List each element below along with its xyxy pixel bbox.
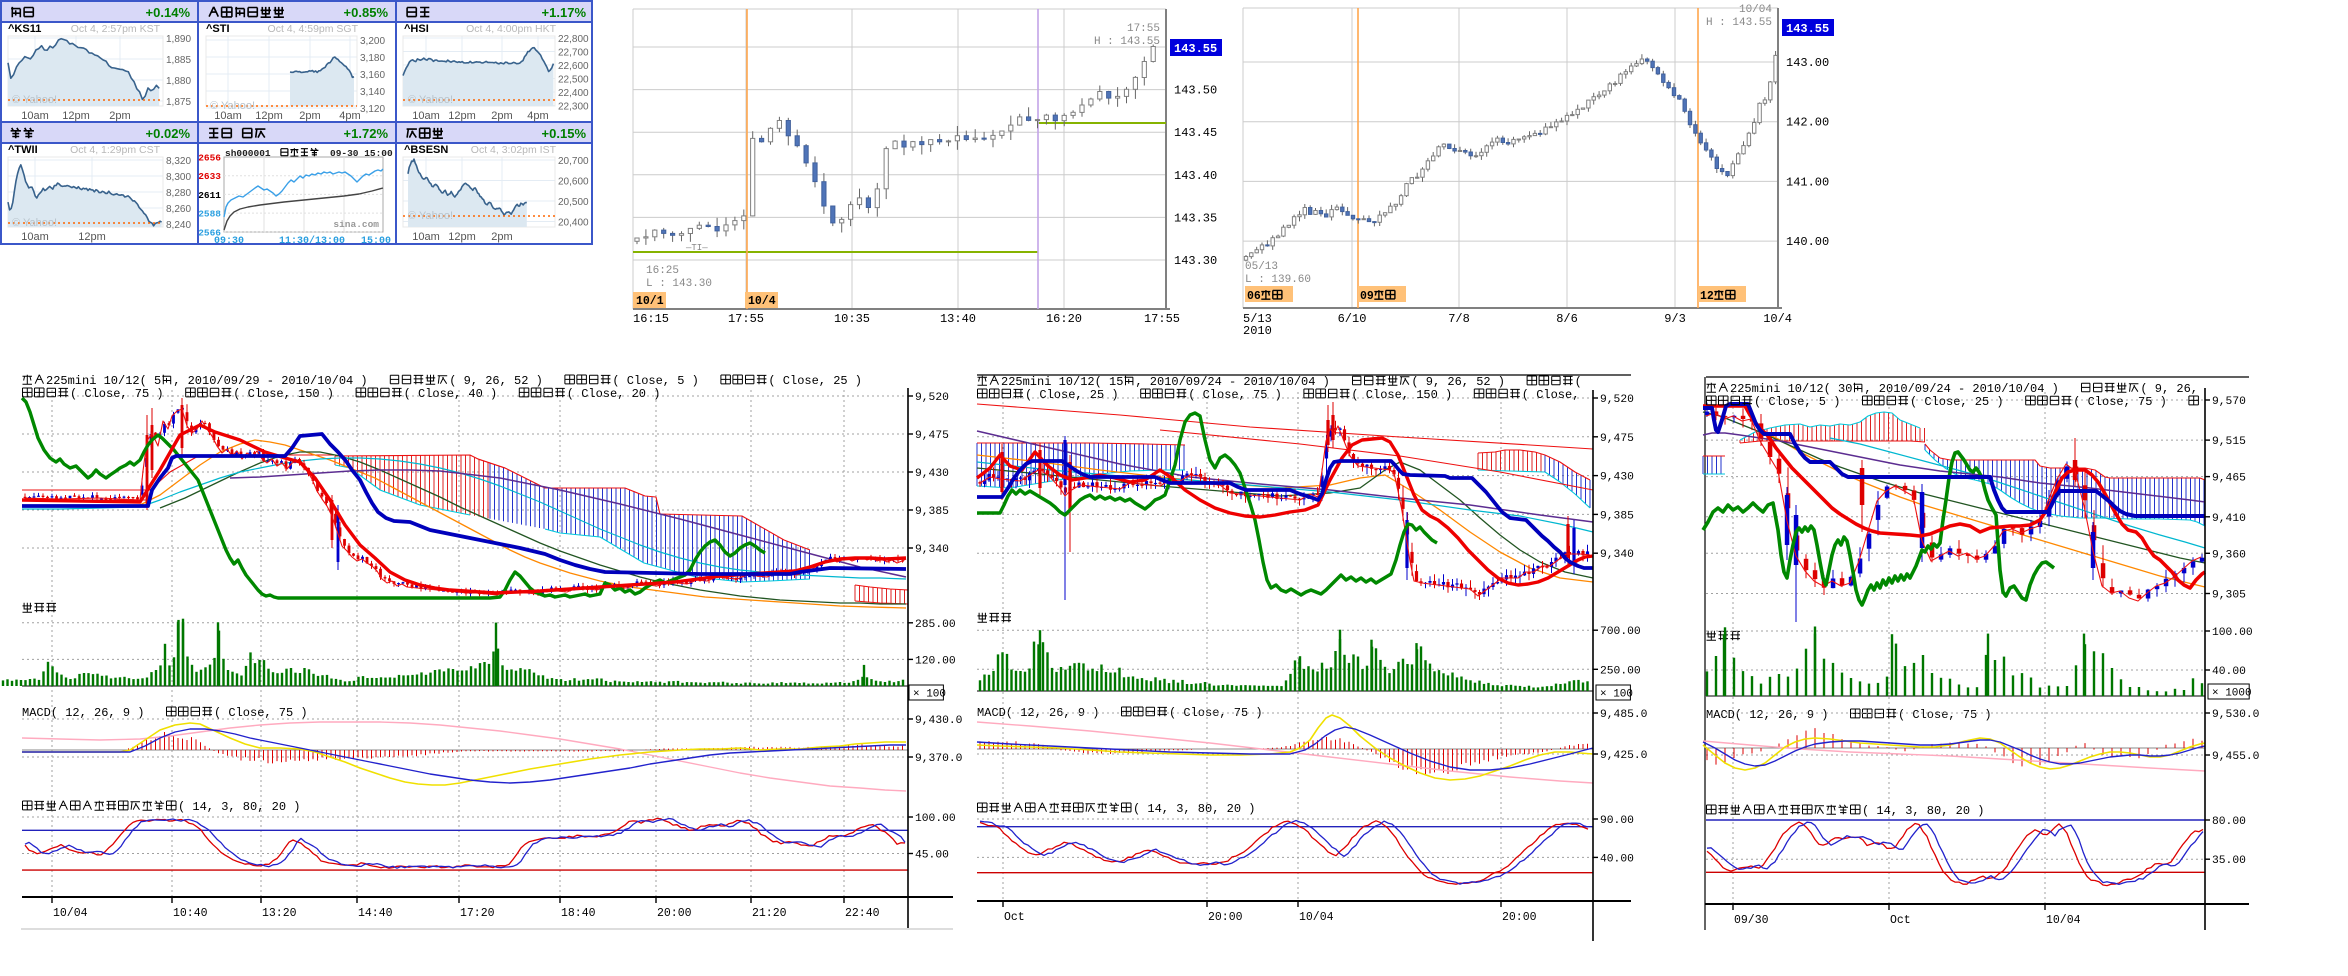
svg-text:× 1000: × 1000 — [2212, 688, 2252, 700]
svg-text:40.00: 40.00 — [2212, 666, 2246, 678]
svg-text:( Close, 20 ): ( Close, 20 ) — [567, 387, 661, 401]
svg-text:9,520: 9,520 — [1600, 394, 1634, 406]
svg-text:, 2010/09/24 - 2010/10/04 ): , 2010/09/24 - 2010/10/04 ) — [1864, 382, 2058, 396]
svg-text:( Close, 75 ): ( Close, 75 ) — [70, 387, 164, 401]
svg-text:( 14, 3, 80, 20 ): ( 14, 3, 80, 20 ) — [178, 800, 300, 814]
svg-text:, 2010/09/24 - 2010/10/04 ): , 2010/09/24 - 2010/10/04 ) — [1135, 375, 1329, 389]
svg-text:9,425.0: 9,425.0 — [1600, 750, 1648, 762]
svg-text:225mini 10/12( 15: 225mini 10/12( 15 — [1001, 375, 1123, 389]
svg-text:10/04: 10/04 — [2046, 914, 2081, 927]
svg-text:9,530.0: 9,530.0 — [2212, 709, 2260, 721]
svg-text:90.00: 90.00 — [1600, 815, 1634, 827]
svg-text:9,465: 9,465 — [2212, 473, 2246, 485]
svg-text:10/04: 10/04 — [1299, 911, 1334, 924]
svg-text:120.00: 120.00 — [915, 655, 956, 667]
svg-text:22:40: 22:40 — [845, 907, 880, 920]
svg-text:9,430: 9,430 — [1600, 472, 1634, 484]
svg-text:18:40: 18:40 — [561, 907, 596, 920]
svg-text:9,485.0: 9,485.0 — [1600, 709, 1648, 721]
svg-text:( 14, 3, 80, 20 ): ( 14, 3, 80, 20 ) — [1133, 802, 1255, 816]
svg-text:( Close,: ( Close, — [1522, 388, 1580, 402]
svg-text:9,475: 9,475 — [1600, 433, 1634, 445]
svg-text:9,385: 9,385 — [915, 506, 949, 518]
svg-text:9,410: 9,410 — [2212, 513, 2246, 525]
svg-text:× 100: × 100 — [1600, 689, 1633, 701]
svg-text:( 9, 26, 52 ): ( 9, 26, 52 ) — [1411, 375, 1505, 389]
svg-text:( Close, 150 ): ( Close, 150 ) — [233, 387, 334, 401]
svg-text:( Close, 25 ): ( Close, 25 ) — [1910, 395, 2004, 409]
svg-text:35.00: 35.00 — [2212, 855, 2246, 867]
svg-text:( Close, 75 ): ( Close, 75 ) — [1188, 388, 1282, 402]
svg-text:( Close, 5 ): ( Close, 5 ) — [612, 374, 698, 388]
svg-text:9,305: 9,305 — [2212, 590, 2246, 602]
svg-text:( Close, 25 ): ( Close, 25 ) — [1025, 388, 1119, 402]
svg-text:13:20: 13:20 — [262, 907, 297, 920]
svg-text:45.00: 45.00 — [915, 850, 949, 862]
svg-text:Oct: Oct — [1890, 914, 1911, 927]
svg-text:10/04: 10/04 — [53, 907, 88, 920]
svg-text:20:00: 20:00 — [1208, 911, 1243, 924]
svg-text:14:40: 14:40 — [358, 907, 393, 920]
svg-text:20:00: 20:00 — [657, 907, 692, 920]
svg-text:10:40: 10:40 — [173, 907, 208, 920]
svg-text:9,475: 9,475 — [915, 430, 949, 442]
svg-text:40.00: 40.00 — [1600, 853, 1634, 865]
svg-text:MACD( 12, 26, 9 ): MACD( 12, 26, 9 ) — [22, 706, 144, 720]
svg-text:( Close, 75 ): ( Close, 75 ) — [2073, 395, 2167, 409]
svg-text:250.00: 250.00 — [1600, 665, 1641, 677]
svg-text:9,430: 9,430 — [915, 468, 949, 480]
svg-text:Oct: Oct — [1004, 911, 1025, 924]
svg-text:285.00: 285.00 — [915, 619, 956, 631]
svg-text:9,370.0: 9,370.0 — [915, 753, 963, 765]
svg-text:(: ( — [1575, 375, 1582, 389]
svg-text:9,385: 9,385 — [1600, 510, 1634, 522]
svg-text:( Close, 75 ): ( Close, 75 ) — [214, 706, 308, 720]
svg-text:80.00: 80.00 — [2212, 816, 2246, 828]
svg-text:100.00: 100.00 — [2212, 627, 2253, 639]
svg-text:9,570: 9,570 — [2212, 396, 2246, 408]
svg-text:( 9, 26, 52 ): ( 9, 26, 52 ) — [449, 374, 543, 388]
svg-text:( Close, 75 ): ( Close, 75 ) — [1898, 708, 1992, 722]
svg-text:, 2010/09/29 - 2010/10/04 ): , 2010/09/29 - 2010/10/04 ) — [173, 374, 367, 388]
svg-text:( 9, 26,: ( 9, 26, — [2140, 382, 2198, 396]
svg-text:9,430.0: 9,430.0 — [915, 715, 963, 727]
svg-text:17:20: 17:20 — [460, 907, 495, 920]
svg-text:700.00: 700.00 — [1600, 626, 1641, 638]
svg-text:9,455.0: 9,455.0 — [2212, 751, 2260, 763]
svg-text:9,340: 9,340 — [1600, 549, 1634, 561]
svg-text:225mini 10/12( 5: 225mini 10/12( 5 — [46, 374, 161, 388]
svg-text:9,515: 9,515 — [2212, 436, 2246, 448]
svg-text:20:00: 20:00 — [1502, 911, 1537, 924]
svg-text:( Close, 40 ): ( Close, 40 ) — [404, 387, 498, 401]
svg-text:9,520: 9,520 — [915, 392, 949, 404]
svg-text:( Close, 25 ): ( Close, 25 ) — [768, 374, 862, 388]
svg-text:225mini 10/12( 30: 225mini 10/12( 30 — [1730, 382, 1852, 396]
svg-text:MACD( 12, 26, 9 ): MACD( 12, 26, 9 ) — [1706, 708, 1828, 722]
svg-text:9,360: 9,360 — [2212, 549, 2246, 561]
svg-text:× 100: × 100 — [913, 689, 946, 701]
svg-text:( 14, 3, 80, 20 ): ( 14, 3, 80, 20 ) — [1862, 804, 1984, 818]
svg-text:21:20: 21:20 — [752, 907, 787, 920]
svg-text:9,340: 9,340 — [915, 544, 949, 556]
svg-text:09/30: 09/30 — [1734, 914, 1769, 927]
svg-text:100.00: 100.00 — [915, 813, 956, 825]
svg-text:( Close, 5 ): ( Close, 5 ) — [1754, 395, 1840, 409]
svg-text:( Close, 150 ): ( Close, 150 ) — [1351, 388, 1452, 402]
